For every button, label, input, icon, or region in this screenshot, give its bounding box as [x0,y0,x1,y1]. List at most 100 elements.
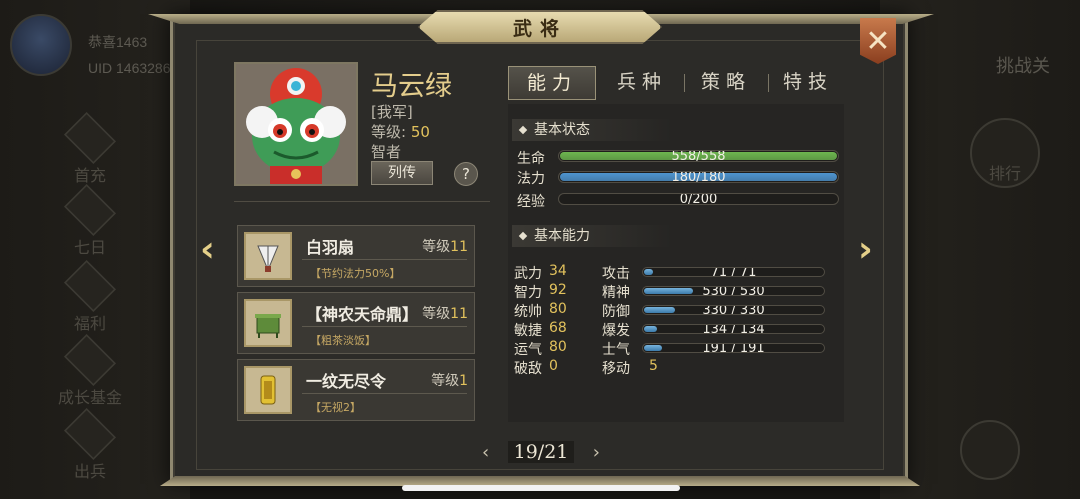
player-name: 恭喜1463 [88,34,148,50]
hp-bar: 558/558 [558,150,839,162]
attr-command-value: 80 [549,301,567,317]
feather-fan-icon [244,232,292,280]
menu-more-icon [960,420,1020,480]
stat-move-value: 5 [649,358,658,374]
equipment-slot-2[interactable]: 【神农天命鼎】 等级11 【粗茶淡饭】 [237,292,475,354]
stat-move-label: 移动 [602,361,630,377]
menu-item-icon [63,259,117,313]
stat-morale-bar: 191 / 191 [642,343,825,353]
exp-label: 经验 [517,194,545,210]
equipment-divider [302,259,467,260]
attr-force-label: 武力 [514,266,542,282]
menu-ranking: 排行 [988,164,1021,183]
tab-strategy[interactable]: 策略 [688,66,764,100]
pager-next-button[interactable]: › [593,442,600,463]
tab-ability[interactable]: 能力 [508,66,596,100]
equipment-level: 等级11 [422,239,468,255]
close-x-icon: ✕ [865,23,891,59]
equipment-skill: 【粗茶淡饭】 [310,334,376,347]
equipment-name: 【神农天命鼎】 [306,305,419,324]
hero-portrait-image [236,64,356,184]
attr-force-value: 34 [549,263,567,279]
next-hero-arrow[interactable]: › [858,232,873,268]
menu-item-icon [63,183,117,237]
menu-welfare: 福利 [50,259,130,334]
menu-item-icon [63,333,117,387]
hero-level: 等级: 50 [371,121,430,142]
hero-level-label: 等级: [371,123,407,141]
equipment-divider [302,393,467,394]
attr-luck-value: 80 [549,339,567,355]
attr-intellect-value: 92 [549,282,567,298]
equipment-level: 等级11 [422,306,468,322]
attr-agility-label: 敏捷 [514,323,542,339]
mp-bar: 180/180 [558,171,839,183]
close-button[interactable]: ✕ [860,18,896,64]
stat-burst-label: 爆发 [602,323,630,339]
stat-defense-text: 330 / 330 [702,305,765,315]
player-uid: UID 1463286 [88,60,171,76]
menu-seven-day: 七日 [50,183,130,258]
menu-first-recharge: 首充 [50,111,130,186]
tab-separator [684,74,685,92]
dialog-title: 武将 [512,17,567,40]
menu-item-icon [63,111,117,165]
stat-attack-bar: 71 / 71 [642,267,825,277]
attr-breach-value: 0 [549,358,558,374]
hero-role: 智者 [371,143,402,161]
stat-morale-text: 191 / 191 [702,343,765,353]
hero-portrait [234,62,358,186]
menu-dispatch: 出兵 [50,407,130,482]
stat-spirit-text: 530 / 530 [702,286,765,296]
token-icon [244,366,292,414]
stat-spirit-bar: 530 / 530 [642,286,825,296]
equipment-name: 白羽扇 [306,238,355,257]
equipment-slot-1[interactable]: 白羽扇 等级11 【节约法力50%】 [237,225,475,287]
hero-level-value: 50 [410,123,430,141]
dialog-title-plate: 武将 [418,10,662,44]
stat-burst-bar: 134 / 134 [642,324,825,334]
mp-text: 180/180 [671,171,726,183]
stat-attack-label: 攻击 [602,266,630,282]
exp-bar: 0/200 [558,193,839,205]
equipment-skill: 【无视2】 [310,401,361,414]
attr-breach-label: 破敌 [514,361,542,377]
stat-burst-text: 134 / 134 [702,324,765,334]
hp-label: 生命 [517,151,545,167]
stat-defense-label: 防御 [602,304,630,320]
hero-pager: ‹ 19/21 › [482,438,600,466]
hero-tabs: 能力 兵种 策略 特技 [508,66,844,100]
mp-label: 法力 [517,171,545,187]
menu-item-icon [63,407,117,461]
basic-ability-header: 基本能力 [512,225,672,247]
tab-separator [768,74,769,92]
attr-intellect-label: 智力 [514,285,542,301]
attr-agility-value: 68 [549,320,567,336]
stat-attack-text: 71 / 71 [710,267,757,277]
hp-text: 558/558 [671,150,726,162]
equipment-slot-3[interactable]: 一纹无尽令 等级1 【无视2】 [237,359,475,421]
prev-hero-arrow[interactable]: ‹ [200,232,215,268]
player-avatar [10,14,72,76]
portrait-divider [234,201,490,202]
stat-spirit-label: 精神 [602,285,630,301]
pager-current: 19/21 [507,441,575,463]
help-button[interactable]: ? [454,162,478,186]
cauldron-icon [244,299,292,347]
pager-prev-button[interactable]: ‹ [482,442,489,463]
home-indicator[interactable] [402,485,680,491]
equipment-name: 一纹无尽令 [306,372,387,391]
equipment-level: 等级1 [431,373,468,389]
attr-command-label: 统帅 [514,304,542,320]
stat-morale-label: 士气 [602,342,630,358]
tab-special[interactable]: 特技 [772,66,844,100]
tab-troop[interactable]: 兵种 [602,66,682,100]
hero-name: 马云绿 [371,71,452,102]
stat-defense-bar: 330 / 330 [642,305,825,315]
menu-growth-fund: 成长基金 [50,333,130,408]
biography-button[interactable]: 列传 [371,161,433,185]
hero-camp: [我军] [371,103,413,121]
equipment-skill: 【节约法力50%】 [310,267,401,280]
basic-status-header: 基本状态 [512,119,672,141]
equipment-divider [302,326,467,327]
